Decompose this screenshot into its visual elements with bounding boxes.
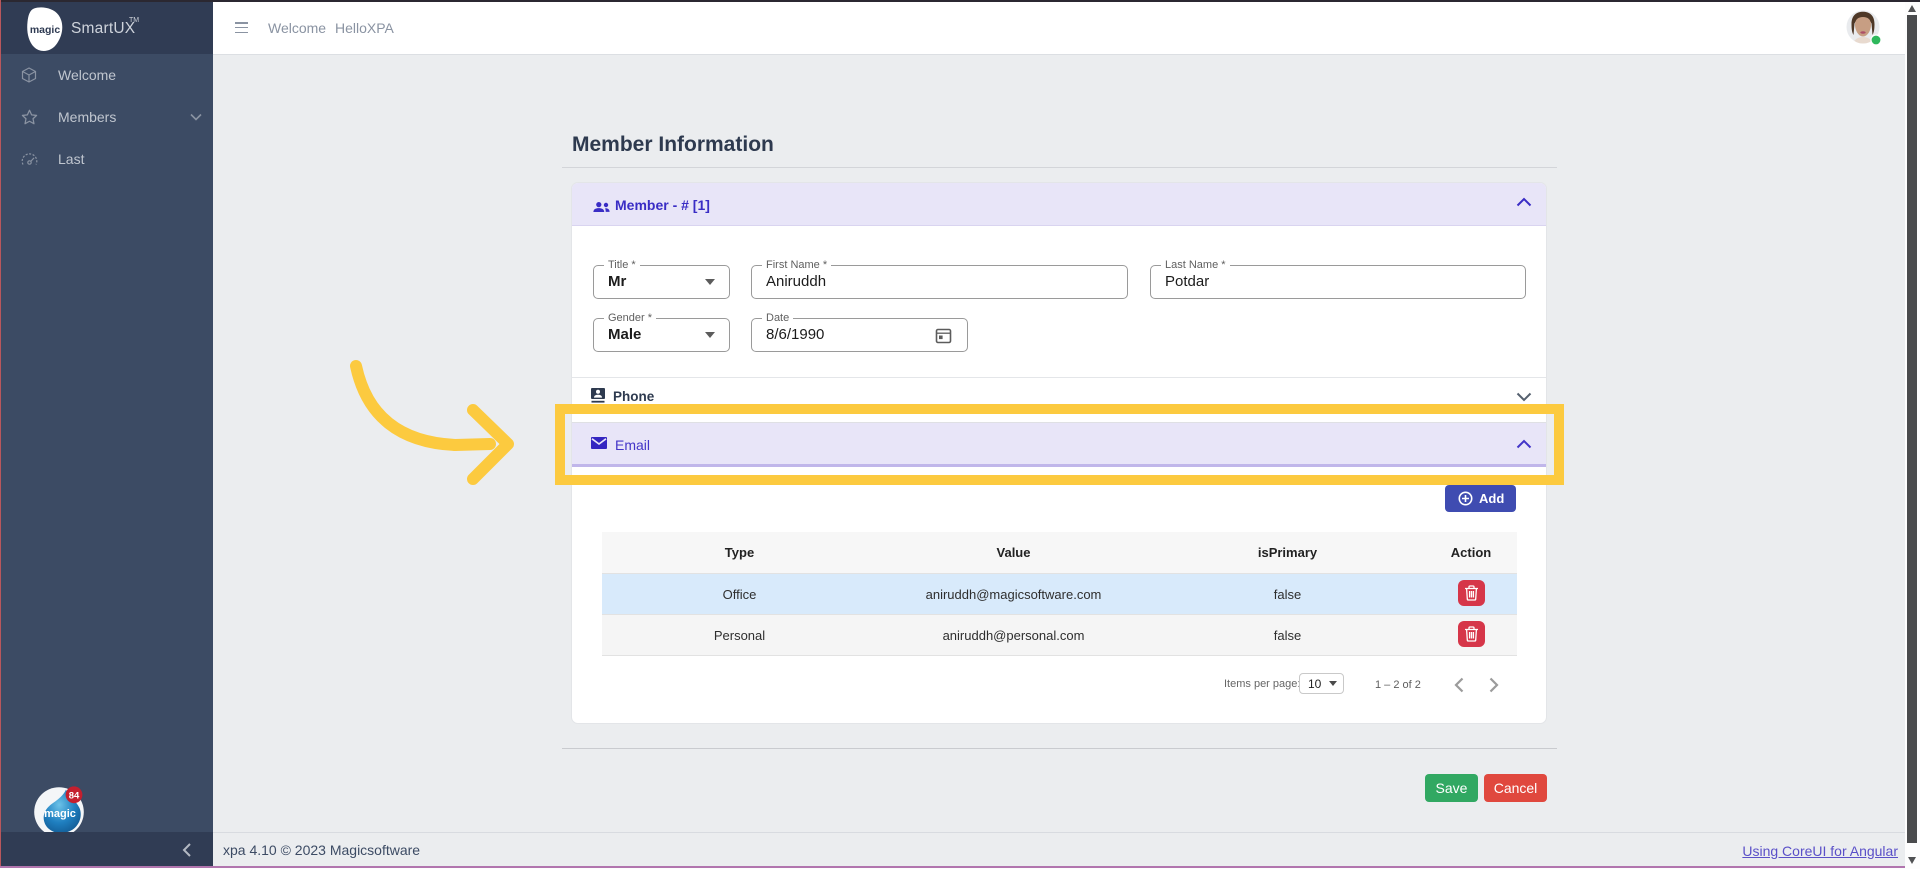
svg-text:84: 84 bbox=[69, 790, 80, 801]
svg-text:magic: magic bbox=[30, 24, 61, 36]
svg-text:magic: magic bbox=[44, 808, 76, 820]
